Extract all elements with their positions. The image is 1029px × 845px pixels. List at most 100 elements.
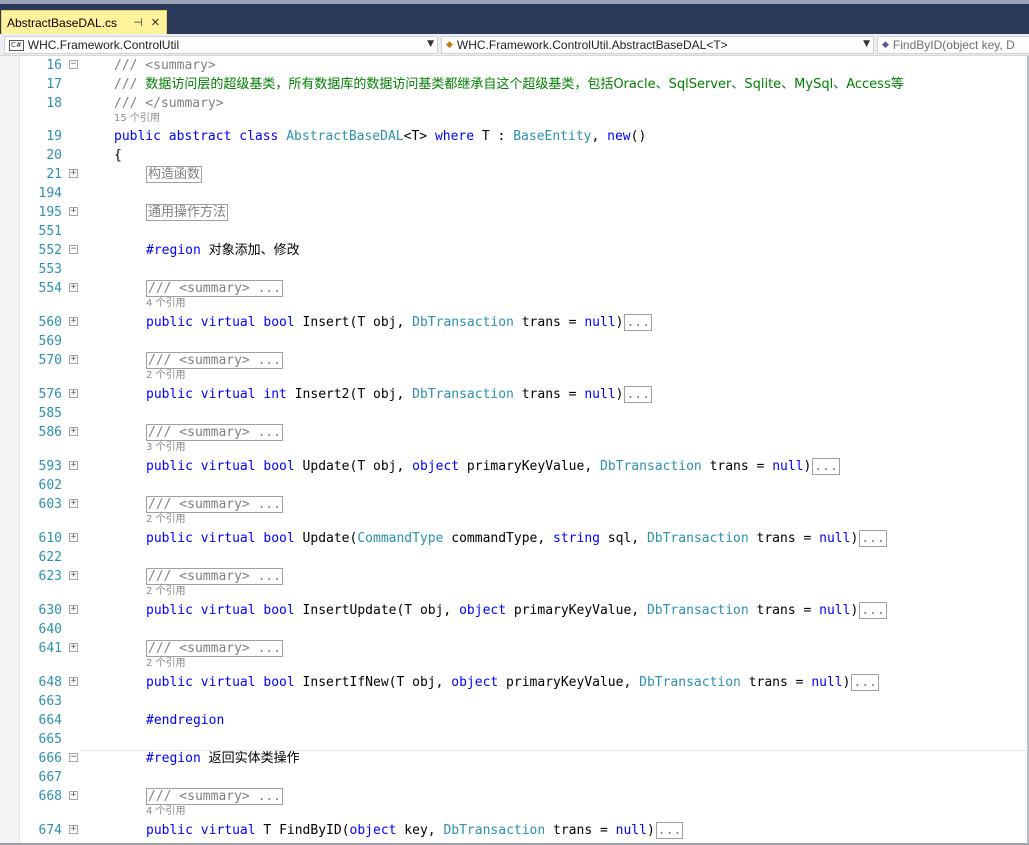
reference-count-link[interactable]: 2 个引用 [146,658,186,670]
collapsed-body[interactable]: ... [859,530,887,547]
collapsed-body[interactable]: ... [624,386,652,403]
code-line[interactable]: 603 + /// <summary> ... [0,495,1027,514]
method-signature: public virtual bool Update(T obj, object… [146,458,840,475]
chevron-down-icon[interactable]: ▼ [863,39,870,49]
class-dropdown[interactable]: ◆ WHC.Framework.ControlUtil.AbstractBase… [441,36,874,54]
member-dropdown[interactable]: ◆ FindByID(object key, D [877,36,1029,54]
collapsed-summary[interactable]: /// <summary> ... [146,496,284,513]
pin-icon[interactable]: ⊣ [133,16,143,29]
fold-expand-icon[interactable]: + [69,499,78,508]
fold-expand-icon[interactable]: + [69,283,78,292]
code-line[interactable]: 641 + /// <summary> ... [0,639,1027,658]
collapsed-region[interactable]: 通用操作方法 [146,204,229,221]
code-editor[interactable]: 16 − /// <summary> 17 /// 数据访问层的超级基类，所有数… [0,56,1029,845]
fold-expand-icon[interactable]: + [69,605,78,614]
code-line[interactable]: 664 #endregion [0,711,1027,730]
line-number: 20 [46,148,62,163]
code-line[interactable]: 586 + /// <summary> ... [0,423,1027,442]
fold-expand-icon[interactable]: + [69,355,78,364]
code-line[interactable]: 570 + /// <summary> ... [0,351,1027,370]
code-line[interactable]: 18 /// </summary> [0,94,1027,113]
fold-expand-icon[interactable]: + [69,317,78,326]
code-line[interactable]: 623 + /// <summary> ... [0,567,1027,586]
code-line[interactable]: 602 [0,476,1027,495]
fold-collapse-icon[interactable]: − [69,245,78,254]
reference-count-link[interactable]: 4 个引用 [146,806,186,818]
line-number: 622 [38,550,62,565]
code-line[interactable]: 668 + /// <summary> ... [0,787,1027,806]
reference-count-link[interactable]: 15 个引用 [114,113,160,125]
code-line[interactable]: 554 + /// <summary> ... [0,279,1027,298]
fold-expand-icon[interactable]: + [69,791,78,800]
fold-expand-icon[interactable]: + [69,461,78,470]
code-line[interactable]: 17 /// 数据访问层的超级基类，所有数据库的数据访问基类都继承自这个超级基类… [0,75,1027,94]
code-line[interactable]: 553 [0,260,1027,279]
code-line[interactable]: 560 + public virtual bool Insert(T obj, … [0,313,1027,332]
collapsed-body[interactable]: ... [812,458,840,475]
code-line[interactable]: 666 − #region 返回实体类操作 [0,749,1027,768]
fold-expand-icon[interactable]: + [69,643,78,652]
code-line[interactable]: 640 [0,620,1027,639]
code-line[interactable]: 21 + 构造函数 [0,165,1027,184]
fold-expand-icon[interactable]: + [69,825,78,834]
fold-expand-icon[interactable]: + [69,533,78,542]
collapsed-summary[interactable]: /// <summary> ... [146,788,284,805]
doc-comment: /// </summary> [114,96,224,111]
reference-count-link[interactable]: 2 个引用 [146,370,186,382]
collapsed-region[interactable]: 构造函数 [146,166,203,183]
project-dropdown[interactable]: C# WHC.Framework.ControlUtil ▼ [4,36,438,54]
close-icon[interactable]: ✕ [151,16,160,29]
code-line[interactable]: 552 − #region 对象添加、修改 [0,241,1027,260]
region-directive: #region 对象添加、修改 [146,243,300,258]
fold-expand-icon[interactable]: + [69,677,78,686]
fold-expand-icon[interactable]: + [69,207,78,216]
collapsed-body[interactable]: ... [624,314,652,331]
collapsed-summary[interactable]: /// <summary> ... [146,568,284,585]
reference-count-link[interactable]: 2 个引用 [146,586,186,598]
code-line[interactable]: 551 [0,222,1027,241]
line-number: 640 [38,622,62,637]
code-line[interactable]: 663 [0,692,1027,711]
code-line[interactable]: 667 [0,768,1027,787]
collapsed-summary[interactable]: /// <summary> ... [146,280,284,297]
code-line[interactable]: 630 + public virtual bool InsertUpdate(T… [0,601,1027,620]
fold-expand-icon[interactable]: + [69,389,78,398]
method-signature: public virtual bool Insert(T obj, DbTran… [146,314,652,331]
collapsed-body[interactable]: ... [851,674,879,691]
code-line[interactable]: 665 [0,730,1027,749]
project-dropdown-value: WHC.Framework.ControlUtil [27,38,180,52]
code-line[interactable]: 648 + public virtual bool InsertIfNew(T … [0,673,1027,692]
chevron-down-icon[interactable]: ▼ [427,39,434,49]
open-brace: { [114,148,122,163]
collapsed-summary[interactable]: /// <summary> ... [146,640,284,657]
code-line[interactable]: 569 [0,332,1027,351]
code-line[interactable]: 674 + public virtual T FindByID(object k… [0,821,1027,840]
fold-collapse-icon[interactable]: − [69,753,78,762]
code-line[interactable]: 593 + public virtual bool Update(T obj, … [0,457,1027,476]
code-line[interactable]: 585 [0,404,1027,423]
collapsed-body[interactable]: ... [859,602,887,619]
line-number: 19 [46,129,62,144]
code-line[interactable]: 195 + 通用操作方法 [0,203,1027,222]
collapsed-body[interactable]: ... [655,822,684,839]
fold-expand-icon[interactable]: + [69,169,78,178]
fold-collapse-icon[interactable]: − [69,60,78,69]
reference-count-link[interactable]: 3 个引用 [146,442,186,454]
reference-count-link[interactable]: 2 个引用 [146,514,186,526]
reference-count-link[interactable]: 4 个引用 [146,298,186,310]
code-line[interactable]: 610 + public virtual bool Update(Command… [0,529,1027,548]
method-signature: public virtual bool InsertUpdate(T obj, … [146,602,887,619]
code-line[interactable]: 576 + public virtual int Insert2(T obj, … [0,385,1027,404]
code-line[interactable]: 622 [0,548,1027,567]
fold-expand-icon[interactable]: + [69,571,78,580]
fold-expand-icon[interactable]: + [69,427,78,436]
tab-abstractbasedal[interactable]: AbstractBaseDAL.cs ⊣ ✕ [1,10,167,34]
line-number: 18 [46,96,62,111]
code-line[interactable]: 194 [0,184,1027,203]
collapsed-summary[interactable]: /// <summary> ... [146,352,284,369]
code-line[interactable]: 19 public abstract class AbstractBaseDAL… [0,127,1027,146]
collapsed-summary[interactable]: /// <summary> ... [146,424,284,441]
code-line[interactable]: 16 − /// <summary> [0,56,1027,75]
line-number: 666 [38,751,62,766]
code-line[interactable]: 20 { [0,146,1027,165]
